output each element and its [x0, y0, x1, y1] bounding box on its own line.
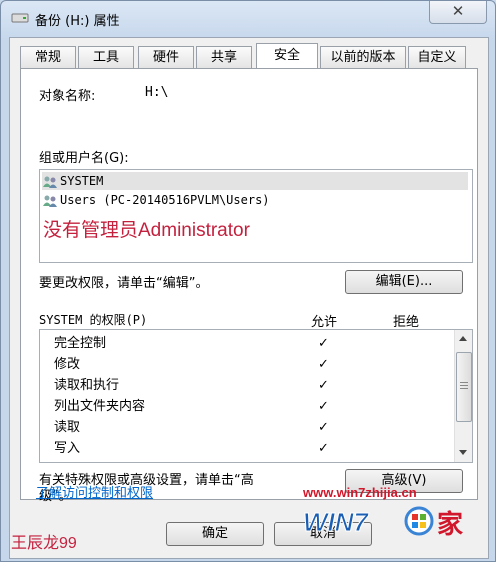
user-group-icon [43, 176, 57, 188]
permission-name: 读取 [54, 420, 81, 435]
permission-row: 读取 ✓ [40, 417, 454, 438]
permissions-label: SYSTEM 的权限(P) [39, 313, 148, 327]
permission-row: 写入 ✓ [40, 438, 454, 459]
scroll-thumb[interactable] [456, 352, 472, 422]
window-title: 备份 (H:) 属性 [35, 14, 120, 29]
watermark-logo-suffix: 家 [437, 509, 463, 540]
permission-row: 读取和执行 ✓ [40, 375, 454, 396]
permission-name: 完全控制 [54, 336, 107, 351]
watermark-logo-text: WIN7 [303, 507, 370, 537]
tab-general[interactable]: 常规 [20, 46, 76, 68]
permission-name: 修改 [54, 357, 81, 372]
permission-row: 列出文件夹内容 ✓ [40, 396, 454, 417]
user-name: SYSTEM [60, 174, 104, 188]
permission-name: 写入 [54, 441, 81, 456]
allow-check-icon: ✓ [318, 378, 329, 393]
security-panel: 对象名称: H:\ 组或用户名(G): SYSTEM Users (PC-201… [20, 68, 478, 504]
scroll-up-icon[interactable] [459, 336, 467, 341]
groups-label: 组或用户名(G): [39, 151, 129, 166]
list-item[interactable]: SYSTEM [42, 172, 468, 190]
tab-sharing[interactable]: 共享 [196, 46, 252, 68]
grip-line [460, 382, 468, 383]
permissions-list[interactable]: 完全控制 ✓ 修改 ✓ 读取和执行 ✓ 列出文件夹内容 ✓ 读取 ✓ 写入 ✓ [39, 329, 473, 463]
close-icon: ✕ [451, 2, 465, 20]
access-control-help-link[interactable]: 了解访问控制和权限 [36, 482, 153, 501]
permission-name: 读取和执行 [54, 378, 120, 393]
tab-previous-versions[interactable]: 以前的版本 [320, 46, 406, 68]
edit-button[interactable]: 编辑(E)... [345, 270, 463, 294]
title-bar: 备份 (H:) 属性 ✕ [1, 1, 495, 37]
watermark-logo: WIN7 家 [303, 506, 463, 540]
close-button[interactable]: ✕ [429, 1, 487, 24]
allow-check-icon: ✓ [318, 399, 329, 414]
list-item[interactable]: Users (PC-20140516PVLM\Users) [42, 191, 468, 209]
allow-check-icon: ✓ [318, 336, 329, 351]
scroll-down-icon[interactable] [459, 450, 467, 455]
deny-header: 拒绝 [393, 315, 420, 330]
annotation-text: 没有管理员Administrator [43, 220, 250, 241]
watermark-author: 王辰龙99 [11, 535, 77, 552]
drive-icon [11, 13, 29, 23]
edit-hint: 要更改权限，请单击“编辑”。 [39, 276, 209, 291]
grip-line [460, 388, 468, 389]
user-name: Users (PC-20140516PVLM\Users) [60, 193, 270, 207]
tab-security[interactable]: 安全 [256, 43, 318, 68]
vertical-scrollbar[interactable] [454, 330, 472, 462]
tab-hardware[interactable]: 硬件 [138, 46, 194, 68]
permission-row: 修改 ✓ [40, 354, 454, 375]
tab-tools[interactable]: 工具 [78, 46, 134, 68]
allow-check-icon: ✓ [318, 420, 329, 435]
properties-window: 备份 (H:) 属性 ✕ 常规 工具 硬件 共享 安全 以前的版本 自定义 对象… [0, 0, 496, 562]
grip-line [460, 385, 468, 386]
watermark-url: www.win7zhijia.cn [303, 485, 417, 500]
permission-name: 列出文件夹内容 [54, 399, 146, 414]
tab-customize[interactable]: 自定义 [408, 46, 466, 68]
dialog-client: 常规 工具 硬件 共享 安全 以前的版本 自定义 对象名称: H:\ 组或用户名… [9, 37, 489, 559]
permission-row: 完全控制 ✓ [40, 333, 454, 354]
user-group-icon [43, 195, 57, 207]
object-name-value: H:\ [145, 85, 169, 100]
ok-button[interactable]: 确定 [166, 522, 264, 546]
allow-header: 允许 [311, 315, 338, 330]
allow-check-icon: ✓ [318, 441, 329, 456]
object-name-label: 对象名称: [39, 89, 96, 104]
allow-check-icon: ✓ [318, 357, 329, 372]
